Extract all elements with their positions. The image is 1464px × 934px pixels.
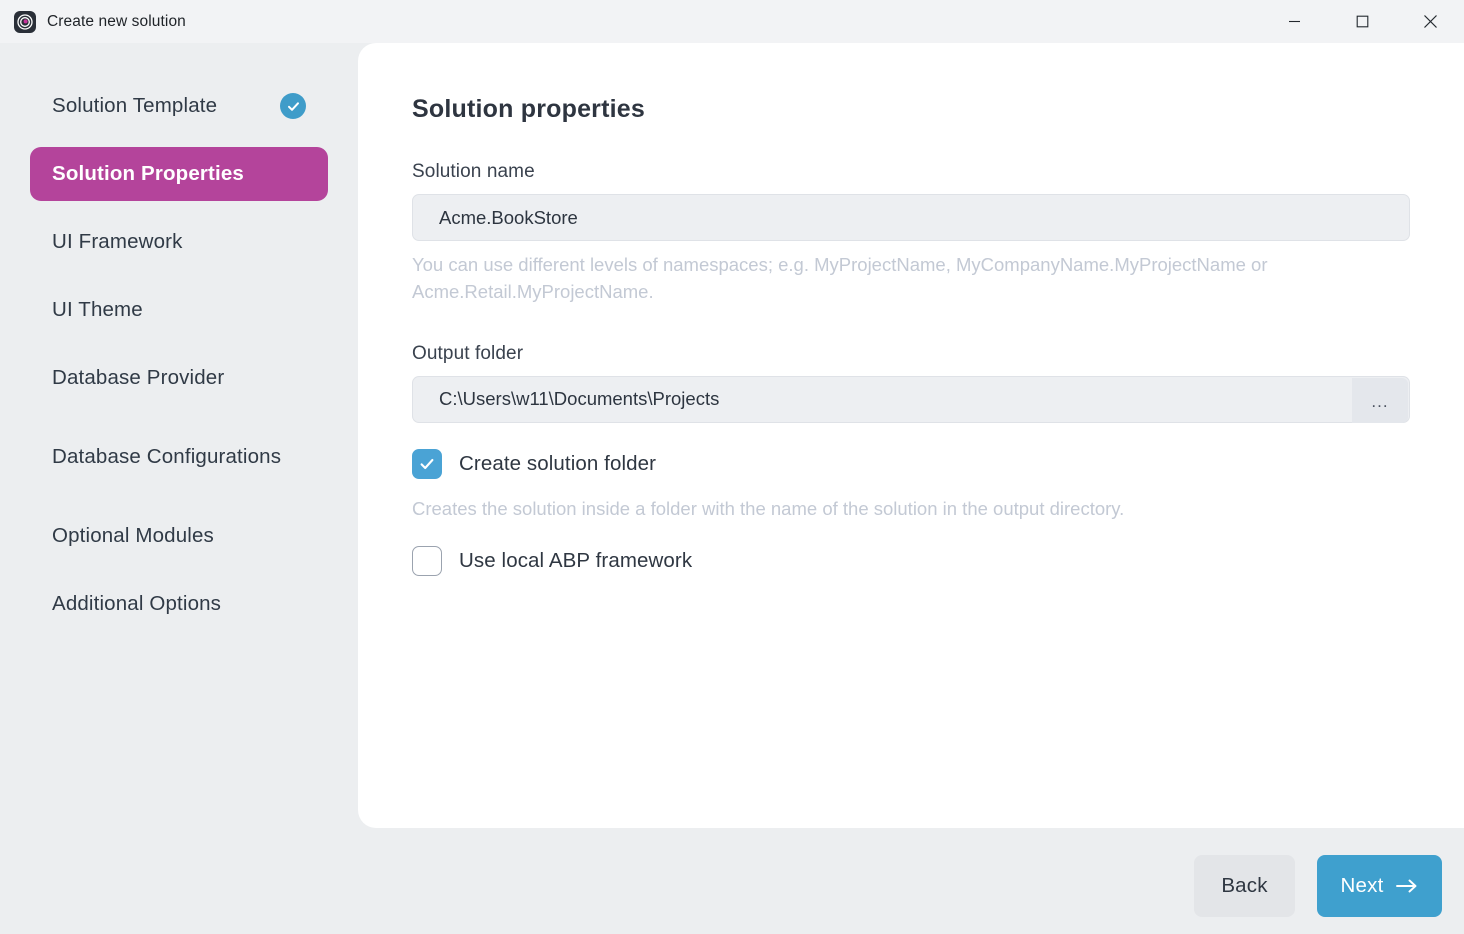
wizard-sidebar: Solution Template Solution Properties UI…	[0, 43, 358, 934]
check-circle-icon	[280, 93, 306, 119]
use-local-abp-checkbox[interactable]	[412, 545, 442, 576]
next-button[interactable]: Next	[1317, 855, 1442, 917]
abp-logo-icon	[14, 10, 36, 33]
sidebar-item-label: UI Theme	[52, 297, 143, 321]
create-solution-folder-label: Create solution folder	[459, 451, 657, 475]
sidebar-item-database-configurations[interactable]: Database Configurations	[30, 419, 328, 495]
sidebar-item-label: Database Configurations	[52, 444, 282, 468]
solution-name-label: Solution name	[412, 161, 535, 182]
window-title: Create new solution	[47, 12, 186, 30]
sidebar-item-label: Database Provider	[52, 365, 225, 389]
sidebar-item-label: Additional Options	[52, 591, 222, 615]
arrow-right-icon	[1396, 878, 1418, 894]
minimize-button[interactable]	[1260, 0, 1328, 43]
close-button[interactable]	[1396, 0, 1464, 43]
back-button[interactable]: Back	[1194, 855, 1295, 917]
create-solution-folder-row[interactable]: Create solution folder	[412, 448, 1410, 479]
browse-folder-button[interactable]: ...	[1352, 377, 1408, 423]
sidebar-item-solution-template[interactable]: Solution Template	[30, 79, 328, 133]
title-bar: Create new solution	[0, 0, 1464, 43]
output-folder-input[interactable]: C:\Users\w11\Documents\Projects	[439, 388, 719, 410]
next-button-label: Next	[1340, 874, 1384, 897]
use-local-abp-label: Use local ABP framework	[459, 548, 693, 572]
content-panel: Solution properties Solution name Acme.B…	[358, 43, 1464, 828]
window-controls	[1260, 0, 1464, 43]
page-title: Solution properties	[412, 95, 645, 123]
sidebar-item-optional-modules[interactable]: Optional Modules	[30, 509, 328, 563]
sidebar-item-database-provider[interactable]: Database Provider	[30, 351, 328, 405]
sidebar-item-ui-framework[interactable]: UI Framework	[30, 215, 328, 269]
solution-name-input[interactable]: Acme.BookStore	[412, 194, 1410, 241]
wizard-footer: Back Next	[1194, 855, 1442, 917]
sidebar-item-label: Solution Properties	[52, 161, 244, 185]
output-folder-field: C:\Users\w11\Documents\Projects ...	[412, 375, 1410, 423]
maximize-button[interactable]	[1328, 0, 1396, 43]
sidebar-item-additional-options[interactable]: Additional Options	[30, 577, 328, 631]
sidebar-item-label: Solution Template	[52, 93, 218, 117]
sidebar-item-label: UI Framework	[52, 229, 183, 253]
sidebar-item-label: Optional Modules	[52, 523, 214, 547]
create-solution-folder-helper: Creates the solution inside a folder wit…	[412, 497, 1125, 519]
solution-name-helper: You can use different levels of namespac…	[412, 254, 1268, 302]
output-folder-label: Output folder	[412, 342, 524, 364]
sidebar-item-solution-properties[interactable]: Solution Properties	[30, 147, 328, 201]
sidebar-item-ui-theme[interactable]: UI Theme	[30, 283, 328, 337]
create-solution-folder-checkbox[interactable]	[412, 448, 442, 479]
use-local-abp-row[interactable]: Use local ABP framework	[412, 545, 1410, 576]
